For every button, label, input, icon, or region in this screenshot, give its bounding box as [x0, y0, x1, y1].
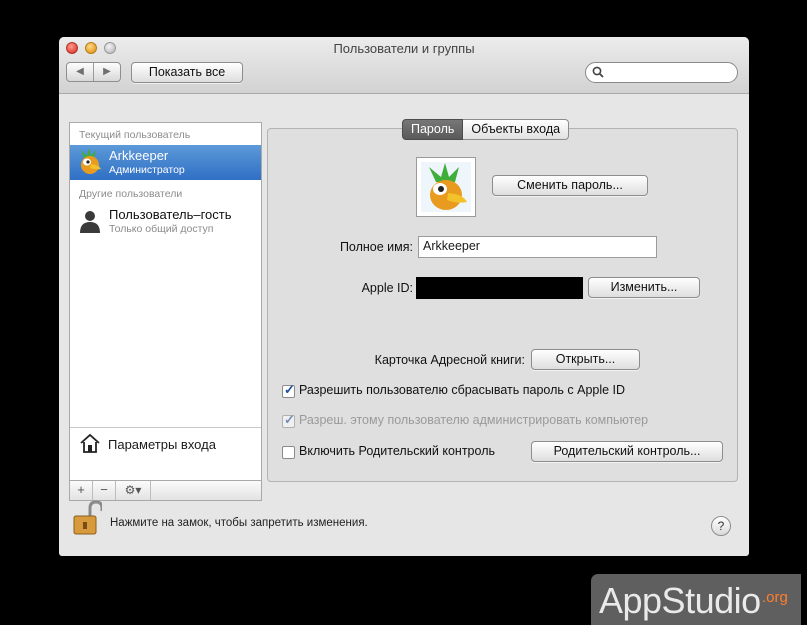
- back-icon[interactable]: ◀: [67, 63, 93, 81]
- allow-admin-checkbox[interactable]: [282, 412, 295, 428]
- tab-bar: Пароль Объекты входа: [402, 119, 570, 140]
- remove-user-button[interactable]: −: [93, 481, 116, 500]
- watermark-tld: .org: [762, 589, 788, 606]
- bird-avatar-icon: [81, 148, 101, 174]
- add-user-button[interactable]: +: [70, 481, 93, 500]
- guest-role: Только общий доступ: [109, 223, 214, 235]
- change-apple-id-button[interactable]: Изменить...: [588, 277, 700, 298]
- full-name-field[interactable]: Arkkeeper: [418, 236, 657, 258]
- user-role: Администратор: [109, 164, 185, 176]
- user-picture-well[interactable]: [416, 157, 476, 217]
- address-card-label: Карточка Адресной книги:: [374, 353, 525, 367]
- login-options-label: Параметры входа: [108, 437, 216, 452]
- lock-hint-text: Нажмите на замок, чтобы запретить измене…: [110, 517, 368, 529]
- watermark: AppStudio .org: [591, 574, 801, 625]
- search-field[interactable]: [585, 62, 738, 83]
- other-users-header: Другие пользователи: [79, 188, 183, 200]
- tab-login-items[interactable]: Объекты входа: [463, 119, 570, 140]
- change-password-button[interactable]: Сменить пароль...: [492, 175, 648, 196]
- user-row-guest[interactable]: Пользователь–гость Только общий доступ: [70, 204, 261, 239]
- users-list: Текущий пользователь Arkkeeper Администр…: [69, 122, 262, 481]
- allow-admin-label: Разреш. этому пользователю администриров…: [299, 413, 649, 427]
- user-row-arkkeeper[interactable]: Arkkeeper Администратор: [70, 145, 261, 180]
- full-name-label: Полное имя:: [339, 240, 413, 254]
- show-all-button[interactable]: Показать все: [131, 62, 243, 83]
- allow-reset-label: Разрешить пользователю сбрасывать пароль…: [299, 383, 626, 397]
- guest-name: Пользователь–гость: [109, 207, 232, 222]
- title-bar: Пользователи и группы ◀ ▶ Показать все: [59, 37, 749, 94]
- apple-id-label: Apple ID:: [361, 281, 413, 295]
- current-user-header: Текущий пользователь: [79, 129, 191, 141]
- gear-menu-icon[interactable]: ⚙▾: [116, 481, 151, 500]
- watermark-text: AppStudio: [599, 580, 761, 621]
- preferences-window: Пользователи и группы ◀ ▶ Показать все Т…: [59, 37, 749, 556]
- help-button[interactable]: ?: [711, 516, 731, 536]
- lock-open-icon[interactable]: [72, 500, 102, 536]
- allow-reset-checkbox[interactable]: [282, 382, 295, 398]
- open-card-button[interactable]: Открыть...: [531, 349, 640, 370]
- tab-password[interactable]: Пароль: [402, 119, 464, 140]
- parental-label: Включить Родительский контроль: [299, 444, 495, 458]
- user-name: Arkkeeper: [109, 148, 169, 163]
- bird-avatar-large-icon: [421, 162, 471, 212]
- nav-buttons: ◀ ▶: [66, 62, 121, 82]
- search-icon: [592, 66, 604, 78]
- guest-user-icon: [80, 211, 100, 233]
- window-title: Пользователи и группы: [333, 41, 475, 56]
- apple-id-redacted: [416, 277, 583, 299]
- house-icon: [80, 433, 100, 453]
- parental-checkbox[interactable]: [282, 446, 295, 459]
- window-content: Текущий пользователь Arkkeeper Администр…: [59, 94, 749, 556]
- forward-icon[interactable]: ▶: [93, 63, 120, 81]
- sidebar-action-bar: + − ⚙▾: [69, 481, 262, 501]
- parental-controls-button[interactable]: Родительский контроль...: [531, 441, 723, 462]
- login-options-item[interactable]: Параметры входа: [70, 427, 261, 460]
